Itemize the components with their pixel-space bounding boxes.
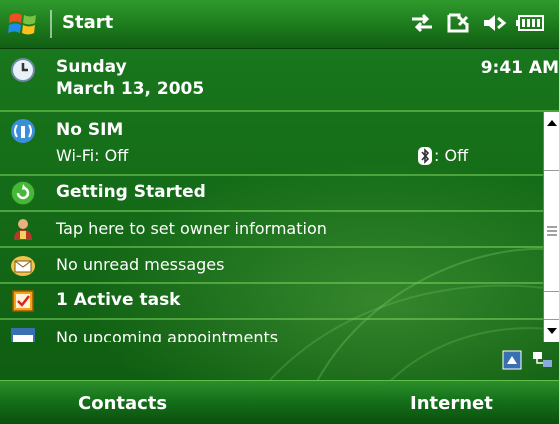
scroll-track[interactable] xyxy=(544,134,559,320)
date-time-row[interactable]: Sunday March 13, 2005 9:41 AM xyxy=(0,49,559,112)
triangle-down-icon xyxy=(547,328,557,334)
envelope-icon xyxy=(11,256,35,276)
getting-started-icon xyxy=(10,180,36,206)
connectivity-icon[interactable] xyxy=(407,10,437,36)
getting-started-label: Getting Started xyxy=(56,182,206,202)
status-icons xyxy=(407,10,545,36)
internet-softkey[interactable]: Internet xyxy=(410,393,493,414)
calendar-icon xyxy=(11,328,35,342)
windows-start-icon[interactable] xyxy=(8,9,38,39)
date-full: March 13, 2005 xyxy=(56,79,205,99)
date-day: Sunday xyxy=(56,57,127,77)
bluetooth-icon xyxy=(418,147,432,165)
today-screen: Start Sunday March 13, 2005 9:41 AM No S… xyxy=(0,0,559,424)
sync-tray-icon[interactable] xyxy=(502,350,522,370)
start-menu-title[interactable]: Start xyxy=(62,12,113,33)
owner-info-row[interactable]: Tap here to set owner information xyxy=(0,212,543,248)
appointments-label: No upcoming appointments xyxy=(56,328,279,342)
appointments-row[interactable]: No upcoming appointments xyxy=(0,320,543,342)
owner-person-icon xyxy=(14,219,32,240)
clock-icon xyxy=(11,58,35,82)
contacts-softkey[interactable]: Contacts xyxy=(78,393,167,414)
vertical-scrollbar[interactable] xyxy=(543,112,559,342)
battery-icon[interactable] xyxy=(515,10,545,36)
network-tray-icon[interactable] xyxy=(532,350,554,370)
scroll-thumb[interactable] xyxy=(544,170,559,292)
messages-row[interactable]: No unread messages xyxy=(0,248,543,284)
clock-time: 9:41 AM xyxy=(480,58,559,78)
no-phone-icon[interactable] xyxy=(443,10,473,36)
notification-tray xyxy=(0,342,559,378)
scroll-up-button[interactable] xyxy=(544,112,559,135)
thumb-grip-icon xyxy=(547,226,557,236)
owner-info-label: Tap here to set owner information xyxy=(56,219,327,238)
soft-key-bar: Contacts Internet xyxy=(0,380,559,424)
scroll-down-button[interactable] xyxy=(544,319,559,342)
title-separator xyxy=(50,10,52,38)
wireless-antenna-icon xyxy=(11,119,35,143)
getting-started-row[interactable]: Getting Started xyxy=(0,176,543,212)
messages-label: No unread messages xyxy=(56,255,225,274)
wireless-status-row[interactable]: No SIM Wi-Fi: Off : Off xyxy=(0,112,543,176)
task-checklist-icon xyxy=(12,290,34,312)
tasks-row[interactable]: 1 Active task xyxy=(0,284,543,320)
title-bar: Start xyxy=(0,0,559,49)
wifi-status: Wi-Fi: Off xyxy=(56,146,129,165)
phone-status: No SIM xyxy=(56,120,124,140)
bluetooth-status: : Off xyxy=(434,146,469,165)
triangle-up-icon xyxy=(547,120,557,126)
tasks-label: 1 Active task xyxy=(56,290,181,310)
speaker-icon[interactable] xyxy=(479,10,509,36)
